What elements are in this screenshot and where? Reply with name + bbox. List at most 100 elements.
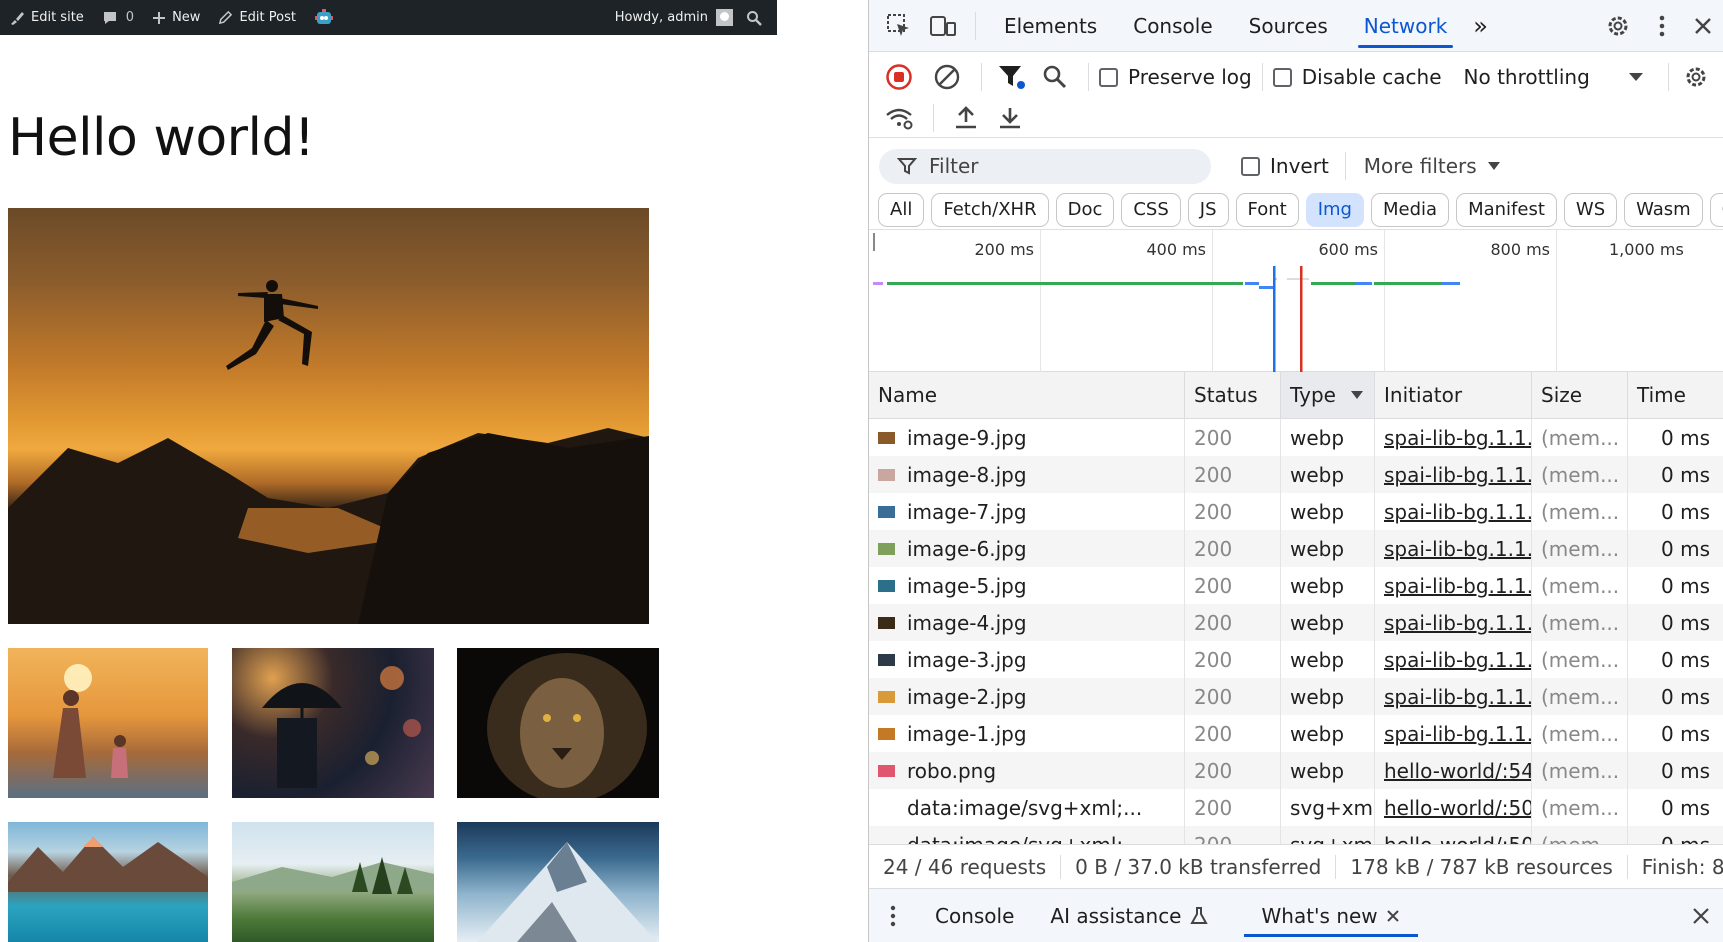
disable-cache-box[interactable] bbox=[1272, 67, 1292, 87]
request-initiator[interactable]: spai-lib-bg.1.1.m bbox=[1375, 530, 1532, 567]
table-row[interactable]: image-3.jpg 200 webp spai-lib-bg.1.1.m (mem.… bbox=[869, 641, 1723, 678]
table-row[interactable]: image-6.jpg 200 webp spai-lib-bg.1.1.m (mem.… bbox=[869, 530, 1723, 567]
request-initiator[interactable]: hello-world/:502 bbox=[1375, 789, 1532, 826]
invert-box[interactable] bbox=[1241, 156, 1260, 176]
my-account-link[interactable]: Howdy, admin bbox=[606, 0, 737, 35]
new-content-link[interactable]: New bbox=[143, 0, 209, 35]
preserve-log-checkbox[interactable]: Preserve log bbox=[1099, 65, 1252, 89]
network-conditions-button[interactable] bbox=[875, 105, 923, 131]
device-toolbar-button[interactable] bbox=[921, 13, 965, 39]
table-row[interactable]: data:image/svg+xml;... 200 svg+xml hello-wo… bbox=[869, 826, 1723, 844]
tab-sources[interactable]: Sources bbox=[1231, 0, 1346, 52]
edit-site-link[interactable]: Edit site bbox=[0, 0, 93, 35]
request-initiator[interactable]: spai-lib-bg.1.1.m bbox=[1375, 678, 1532, 715]
type-filter-js[interactable]: JS bbox=[1187, 192, 1229, 227]
type-filter-all[interactable]: All bbox=[878, 192, 925, 227]
tab-console[interactable]: Console bbox=[1115, 0, 1230, 52]
request-type-text: webp bbox=[1290, 499, 1345, 524]
column-header-size[interactable]: Size bbox=[1532, 372, 1628, 418]
tab-elements[interactable]: Elements bbox=[986, 0, 1115, 52]
type-filter-fetch-xhr[interactable]: Fetch/XHR bbox=[931, 192, 1049, 227]
close-drawer-button[interactable] bbox=[1678, 907, 1723, 925]
table-row[interactable]: image-8.jpg 200 webp spai-lib-bg.1.1.m (mem.… bbox=[869, 456, 1723, 493]
network-overview-timeline[interactable]: 200 ms 400 ms 600 ms 800 ms 1,000 ms bbox=[869, 230, 1723, 372]
table-row[interactable]: image-7.jpg 200 webp spai-lib-bg.1.1.m (mem.… bbox=[869, 493, 1723, 530]
column-header-status[interactable]: Status bbox=[1185, 372, 1281, 418]
disable-cache-checkbox[interactable]: Disable cache bbox=[1272, 65, 1442, 89]
request-size-text: (mem... bbox=[1541, 795, 1620, 820]
resource-type-filters: All Fetch/XHR Doc CSS JS Font Img Media … bbox=[869, 190, 1723, 230]
table-row[interactable]: image-2.jpg 200 webp spai-lib-bg.1.1.m (mem.… bbox=[869, 678, 1723, 715]
drawer-tab-whats-new[interactable]: What's new bbox=[1243, 889, 1418, 942]
request-initiator[interactable]: spai-lib-bg.1.1.m bbox=[1375, 493, 1532, 530]
drawer-tab-ai-assistance[interactable]: AI assistance bbox=[1032, 889, 1225, 942]
inspect-element-button[interactable] bbox=[877, 13, 921, 39]
column-header-type[interactable]: Type bbox=[1281, 372, 1375, 418]
column-header-name[interactable]: Name bbox=[869, 372, 1185, 418]
summary-finish: Finish: 816 ms bbox=[1641, 854, 1723, 879]
request-size-text: (mem... bbox=[1541, 833, 1619, 845]
request-initiator[interactable]: spai-lib-bg.1.1.m bbox=[1375, 419, 1532, 456]
request-initiator[interactable]: spai-lib-bg.1.1.m bbox=[1375, 456, 1532, 493]
export-har-button[interactable] bbox=[988, 105, 1032, 131]
search-network-button[interactable] bbox=[1032, 64, 1078, 90]
request-size: (mem... bbox=[1532, 752, 1628, 789]
column-header-time[interactable]: Time bbox=[1628, 372, 1723, 418]
clear-log-button[interactable] bbox=[923, 63, 971, 91]
customize-menu-button[interactable] bbox=[1642, 14, 1682, 38]
table-row[interactable]: image-5.jpg 200 webp spai-lib-bg.1.1.m (mem.… bbox=[869, 567, 1723, 604]
edit-site-label: Edit site bbox=[31, 10, 84, 25]
request-size: (mem... bbox=[1532, 826, 1628, 844]
request-initiator[interactable]: spai-lib-bg.1.1.m bbox=[1375, 641, 1532, 678]
settings-button[interactable] bbox=[1594, 13, 1642, 39]
table-row[interactable]: data:image/svg+xml;... 200 svg+xml hello-wo… bbox=[869, 789, 1723, 826]
table-row[interactable]: image-1.jpg 200 webp spai-lib-bg.1.1.m (mem.… bbox=[869, 715, 1723, 752]
paintbrush-icon bbox=[11, 11, 24, 25]
table-row[interactable]: image-9.jpg 200 webp spai-lib-bg.1.1.m (mem.… bbox=[869, 419, 1723, 456]
resource-thumbnail-icon bbox=[878, 468, 895, 481]
request-initiator[interactable]: spai-lib-bg.1.1.m bbox=[1375, 715, 1532, 752]
throttling-select[interactable]: No throttling bbox=[1464, 65, 1644, 89]
request-initiator[interactable]: hello-world/:502 bbox=[1375, 826, 1532, 844]
type-filter-font[interactable]: Font bbox=[1235, 192, 1299, 227]
table-row[interactable]: image-4.jpg 200 webp spai-lib-bg.1.1.m (mem.… bbox=[869, 604, 1723, 641]
import-har-button[interactable] bbox=[944, 105, 988, 131]
stop-recording-button[interactable] bbox=[875, 63, 923, 91]
type-filter-media[interactable]: Media bbox=[1371, 192, 1450, 227]
drawer-menu-button[interactable] bbox=[869, 904, 917, 928]
search-toggle[interactable] bbox=[737, 0, 777, 35]
invert-checkbox[interactable]: Invert bbox=[1241, 154, 1329, 178]
request-initiator[interactable]: hello-world/:549 bbox=[1375, 752, 1532, 789]
thumbnail-umbrella-art bbox=[262, 666, 421, 788]
divider bbox=[1261, 63, 1263, 91]
request-time-text: 0 ms bbox=[1661, 425, 1710, 450]
type-filter-other[interactable]: Oth bbox=[1709, 192, 1723, 227]
filter-toggle-button[interactable] bbox=[992, 63, 1032, 91]
request-initiator[interactable]: spai-lib-bg.1.1.m bbox=[1375, 604, 1532, 641]
close-devtools-button[interactable] bbox=[1682, 16, 1723, 36]
table-row[interactable]: robo.png 200 webp hello-world/:549 (mem... 0 … bbox=[869, 752, 1723, 789]
request-time: 0 ms bbox=[1628, 604, 1723, 641]
type-filter-manifest[interactable]: Manifest bbox=[1456, 192, 1557, 227]
edit-post-link[interactable]: Edit Post bbox=[209, 0, 305, 35]
request-initiator[interactable]: spai-lib-bg.1.1.m bbox=[1375, 567, 1532, 604]
plugin-robot-link[interactable] bbox=[305, 0, 349, 35]
close-icon bbox=[1693, 907, 1709, 924]
more-filters-dropdown[interactable]: More filters bbox=[1364, 154, 1501, 178]
request-type: webp bbox=[1281, 530, 1375, 567]
comments-link[interactable]: 0 bbox=[93, 0, 143, 35]
type-filter-wasm[interactable]: Wasm bbox=[1624, 192, 1703, 227]
network-settings-button[interactable] bbox=[1679, 64, 1713, 90]
close-icon[interactable] bbox=[1386, 909, 1400, 923]
column-header-initiator[interactable]: Initiator bbox=[1375, 372, 1532, 418]
preserve-log-box[interactable] bbox=[1099, 67, 1118, 87]
type-filter-img[interactable]: Img bbox=[1305, 192, 1364, 227]
type-filter-css[interactable]: CSS bbox=[1121, 192, 1181, 227]
type-filter-ws[interactable]: WS bbox=[1563, 192, 1618, 227]
filter-input[interactable]: Filter bbox=[879, 148, 1211, 184]
more-tabs-button[interactable]: » bbox=[1465, 0, 1496, 52]
tab-network[interactable]: Network bbox=[1346, 0, 1466, 52]
type-filter-doc[interactable]: Doc bbox=[1055, 192, 1115, 227]
request-initiator-text: spai-lib-bg.1.1.m bbox=[1384, 721, 1531, 746]
drawer-tab-console[interactable]: Console bbox=[917, 889, 1032, 942]
